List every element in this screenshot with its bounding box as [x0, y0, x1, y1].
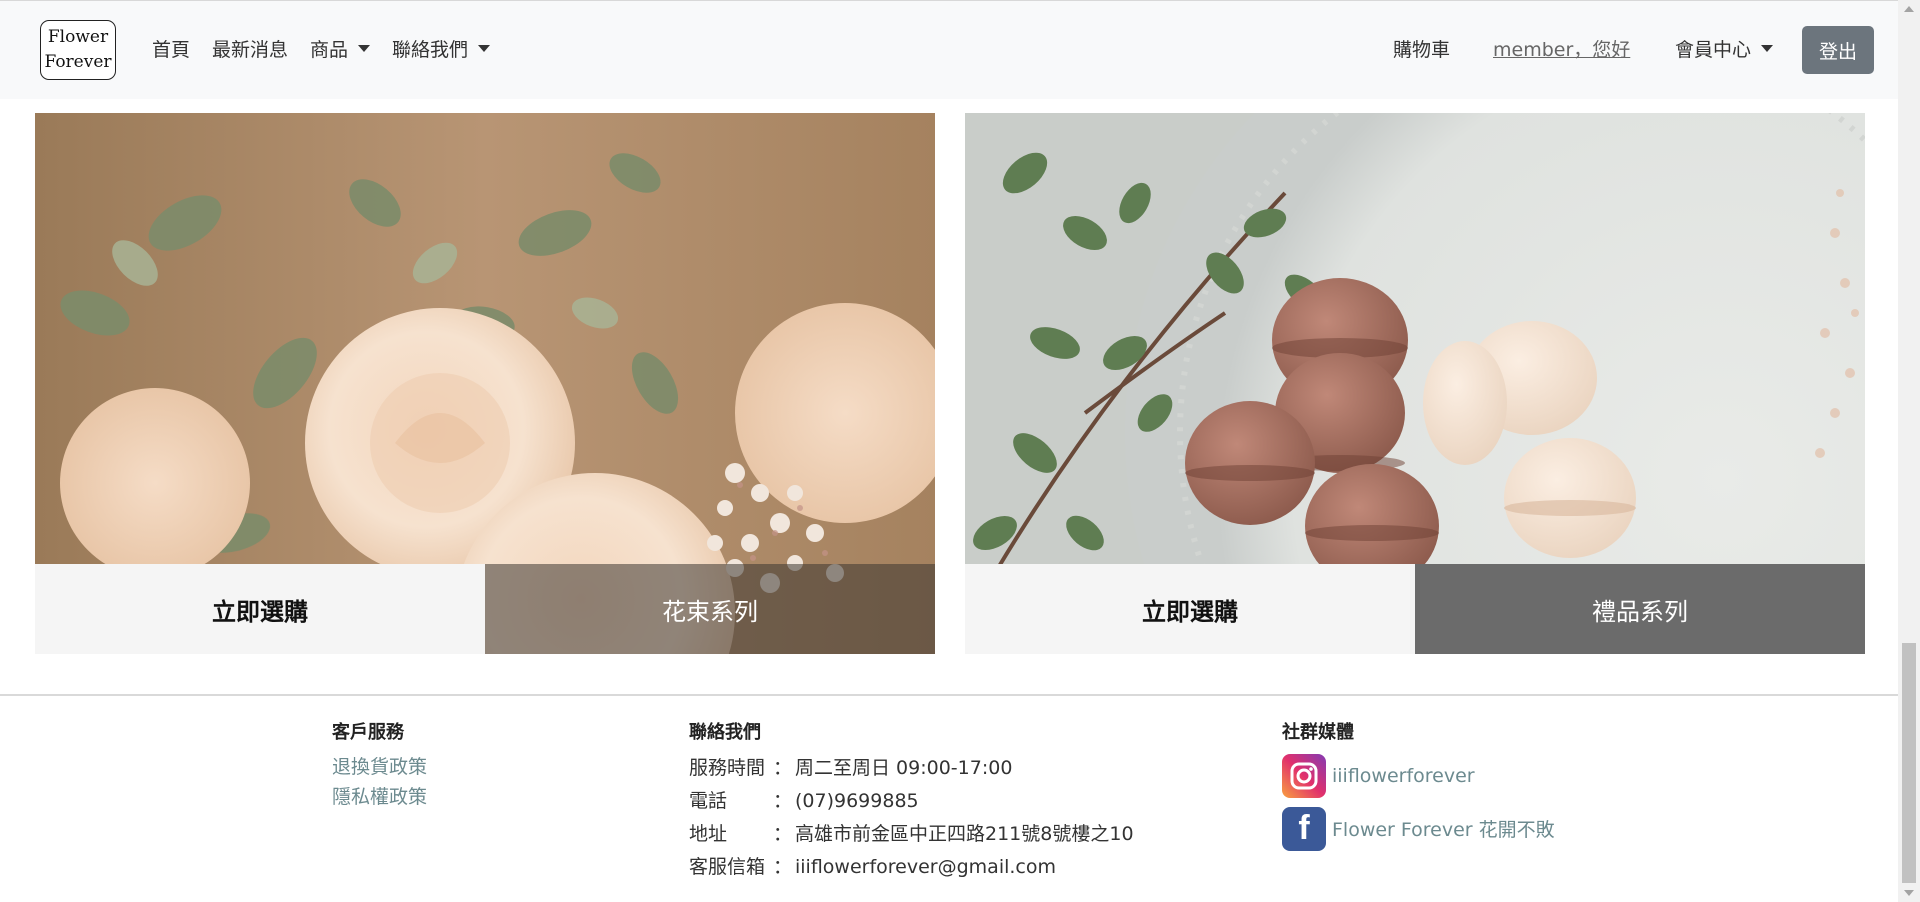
- product-card-flowers: 立即選購 花束系列: [35, 113, 935, 654]
- card-actions: 立即選購 花束系列: [35, 564, 935, 654]
- nav-news[interactable]: 最新消息: [212, 35, 288, 62]
- footer-contact-title: 聯絡我們: [689, 722, 761, 743]
- contact-row-address: 地址 ： 高雄市前金區中正四路211號8號樓之10: [689, 823, 1134, 845]
- member-greeting-link[interactable]: member，您好: [1493, 35, 1630, 62]
- caret-down-icon: [1761, 45, 1774, 52]
- facebook-link[interactable]: f Flower Forever 花開不敗: [1282, 805, 1555, 852]
- card-actions: 立即選購 禮品系列: [965, 564, 1865, 654]
- member-center-dropdown[interactable]: 會員中心: [1675, 35, 1774, 62]
- contact-row-phone: 電話 ： (07)9699885: [689, 790, 919, 812]
- facebook-icon: f: [1282, 806, 1326, 851]
- nav-cart-link[interactable]: 購物車: [1393, 35, 1450, 62]
- instagram-icon: [1282, 753, 1326, 798]
- buy-now-button[interactable]: 立即選購: [35, 564, 485, 654]
- footer-divider: [0, 694, 1898, 696]
- caret-down-icon: [358, 45, 371, 52]
- return-policy-link[interactable]: 退換貨政策: [332, 752, 427, 782]
- scroll-up-arrow-icon[interactable]: [1904, 6, 1914, 12]
- contact-row-email: 客服信箱 ： iiiflowerforever@gmail.com: [689, 856, 1056, 878]
- logo-line1: Flower: [47, 27, 109, 47]
- navbar: Flower Forever 首頁 最新消息 商品 聯絡我們 購物車 membe…: [0, 0, 1898, 99]
- scrollbar-thumb[interactable]: [1902, 643, 1916, 883]
- contact-row-hours: 服務時間 ： 周二至周日 09:00-17:00: [689, 757, 1013, 779]
- logo-line2: Forever: [44, 52, 112, 72]
- brand-logo[interactable]: Flower Forever: [40, 20, 116, 80]
- privacy-policy-link[interactable]: 隱私權政策: [332, 782, 427, 812]
- logout-button[interactable]: 登出: [1802, 26, 1874, 74]
- page-scrollbar[interactable]: [1898, 0, 1920, 902]
- footer-service-title: 客戶服務: [332, 722, 404, 743]
- footer-social: 社群媒體 iiiflowerforever f Flower Forever 花…: [1282, 718, 1555, 852]
- scroll-down-arrow-icon[interactable]: [1904, 890, 1914, 896]
- nav-products-dropdown[interactable]: 商品: [310, 35, 371, 62]
- buy-now-button[interactable]: 立即選購: [965, 564, 1415, 654]
- instagram-link[interactable]: iiiflowerforever: [1282, 752, 1555, 799]
- nav-home[interactable]: 首頁: [152, 35, 190, 62]
- footer-contact: 聯絡我們 服務時間 ： 周二至周日 09:00-17:00 電話 ： (07)9…: [689, 718, 1134, 884]
- flower-series-label[interactable]: 花束系列: [485, 564, 935, 654]
- nav-contact-dropdown[interactable]: 聯絡我們: [392, 35, 491, 62]
- footer-social-title: 社群媒體: [1282, 722, 1354, 743]
- caret-down-icon: [478, 45, 491, 52]
- gift-series-label[interactable]: 禮品系列: [1415, 564, 1865, 654]
- footer-customer-service: 客戶服務 退換貨政策 隱私權政策: [332, 718, 427, 812]
- main-nav: 首頁 最新消息 商品 聯絡我們: [152, 35, 512, 62]
- product-card-gifts: 立即選購 禮品系列: [965, 113, 1865, 654]
